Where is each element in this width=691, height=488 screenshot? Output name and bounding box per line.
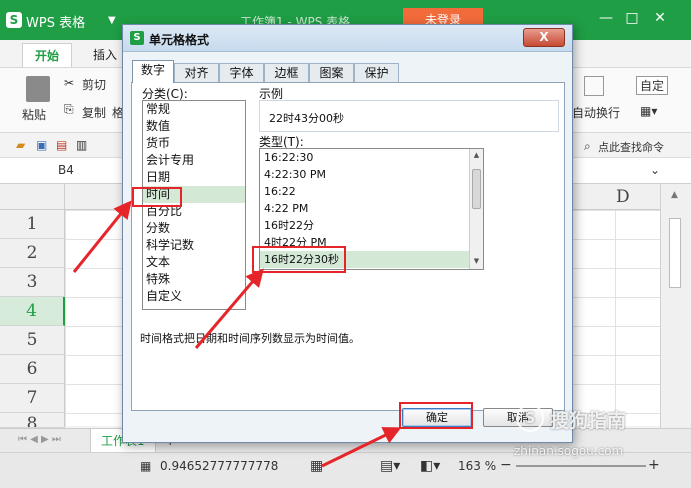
wps-logo-icon: S <box>6 12 22 28</box>
category-accounting[interactable]: 会计专用 <box>143 152 245 169</box>
normal-view-icon[interactable]: ▦ <box>310 458 323 474</box>
category-number[interactable]: 数值 <box>143 118 245 135</box>
highlight-time-type <box>252 246 346 273</box>
paste-icon[interactable] <box>26 76 50 102</box>
select-all-corner[interactable] <box>0 184 65 210</box>
page-layout-icon[interactable]: ▤▾ <box>380 458 400 474</box>
highlight-time-category <box>132 187 182 207</box>
open-folder-icon[interactable]: ▰ <box>16 138 25 152</box>
sample-value: 22时43分00秒 <box>269 112 344 125</box>
dialog-title: 单元格格式 <box>149 33 210 47</box>
category-currency[interactable]: 货币 <box>143 135 245 152</box>
row-header-7[interactable]: 7 <box>0 384 65 413</box>
close-window-icon[interactable]: ✕ <box>650 10 670 26</box>
ribbon-tab-home[interactable]: 开始 <box>22 43 73 67</box>
zoom-level[interactable]: 163 % <box>458 459 496 473</box>
tab-number[interactable]: 数字 <box>132 60 174 83</box>
row-header-2[interactable]: 2 <box>0 239 65 268</box>
number-tab-panel: 分类(C): 常规 数值 货币 会计专用 日期 时间 百分比 分数 科学记数 文… <box>131 82 565 411</box>
highlight-ok-button <box>399 402 473 429</box>
app-name[interactable]: WPS 表格 <box>26 12 85 31</box>
type-item[interactable]: 16:22 <box>260 183 469 200</box>
row-header-3[interactable]: 3 <box>0 268 65 297</box>
category-scientific[interactable]: 科学记数 <box>143 237 245 254</box>
tab-font[interactable]: 字体 <box>219 63 264 82</box>
conditional-format-icon[interactable]: ▦▾ <box>640 104 657 118</box>
tab-border[interactable]: 边框 <box>264 63 309 82</box>
type-item[interactable]: 16:22:30 <box>260 149 469 166</box>
print-icon[interactable]: ▥ <box>76 138 87 152</box>
calculator-icon: ▦ <box>140 459 152 473</box>
ribbon-tab-insert[interactable]: 插入 <box>93 46 117 63</box>
row-header-4[interactable]: 4 <box>0 297 65 326</box>
sogou-logo-icon: S <box>516 404 544 432</box>
type-list-scroll-thumb[interactable] <box>472 169 481 209</box>
type-list-scrollbar[interactable]: ▲ ▼ <box>469 149 483 269</box>
zoom-in-icon[interactable]: + <box>648 457 660 473</box>
category-custom[interactable]: 自定义 <box>143 288 245 305</box>
zoom-out-icon[interactable]: − <box>500 457 512 473</box>
row-header-1[interactable]: 1 <box>0 210 65 239</box>
dialog-logo-icon: S <box>130 31 144 45</box>
name-box[interactable]: B4 <box>58 163 74 177</box>
row-header-6[interactable]: 6 <box>0 355 65 384</box>
category-text[interactable]: 文本 <box>143 254 245 271</box>
app-menu-arrow-icon[interactable]: ▼ <box>108 15 116 26</box>
scroll-down-icon[interactable]: ▼ <box>470 257 483 265</box>
type-item[interactable]: 16时22分 <box>260 217 469 234</box>
tab-alignment[interactable]: 对齐 <box>174 63 219 82</box>
wrap-text-button[interactable]: 自动换行 <box>572 104 620 121</box>
scroll-up-icon[interactable]: ▲ <box>671 190 678 200</box>
reading-mode-icon[interactable]: ◧▾ <box>420 458 440 474</box>
watermark-brand: 搜狗指南 <box>550 410 627 432</box>
save-icon[interactable]: ▣ <box>36 138 47 152</box>
format-description: 时间格式把日期和时间序列数显示为时间值。 <box>140 332 360 345</box>
type-item[interactable]: 4:22:30 PM <box>260 166 469 183</box>
dialog-titlebar[interactable]: S 单元格格式 X <box>123 25 572 52</box>
find-command-input[interactable]: 点此查找命令 <box>598 139 664 155</box>
wrap-text-icon[interactable] <box>584 76 604 96</box>
sample-box: 22时43分00秒 <box>259 100 559 132</box>
category-fraction[interactable]: 分数 <box>143 220 245 237</box>
tab-protection[interactable]: 保护 <box>354 63 399 82</box>
search-icon[interactable]: ⌕ <box>584 139 591 154</box>
row-header-5[interactable]: 5 <box>0 326 65 355</box>
watermark-url: zhinan.sogou.com <box>514 444 624 458</box>
dialog-close-button[interactable]: X <box>523 28 565 47</box>
number-format-select[interactable]: 自定 <box>636 76 669 95</box>
cut-button[interactable]: 剪切 <box>82 76 106 93</box>
scrollbar-thumb[interactable] <box>669 218 681 288</box>
cut-icon[interactable]: ✂ <box>64 76 74 90</box>
sheet-nav-arrows-icon[interactable]: ⏮ ◀ ▶ ⏭ <box>18 434 61 445</box>
maximize-icon[interactable]: □ <box>622 10 642 26</box>
category-special[interactable]: 特殊 <box>143 271 245 288</box>
copy-icon[interactable]: ⎘ <box>64 102 74 117</box>
category-date[interactable]: 日期 <box>143 169 245 186</box>
scroll-up-icon[interactable]: ▲ <box>470 151 483 159</box>
column-header-d[interactable]: D <box>616 187 630 207</box>
expand-formula-icon[interactable]: ⌄ <box>650 163 660 177</box>
category-general[interactable]: 常规 <box>143 101 245 118</box>
type-item[interactable]: 4:22 PM <box>260 200 469 217</box>
minimize-icon[interactable]: — <box>596 10 616 26</box>
status-value: 0.94652777777778 <box>160 459 279 473</box>
tab-pattern[interactable]: 图案 <box>309 63 354 82</box>
row-header-8[interactable]: 8 <box>0 413 65 428</box>
zoom-slider[interactable] <box>516 465 646 467</box>
copy-button[interactable]: 复制 <box>82 104 106 121</box>
vertical-scrollbar[interactable]: ▲ <box>660 184 691 428</box>
format-cells-dialog: S 单元格格式 X 数字 对齐 字体 边框 图案 保护 分类(C): 常规 数值… <box>122 24 573 443</box>
export-pdf-icon[interactable]: ▤ <box>56 138 67 152</box>
paste-button[interactable]: 粘贴 <box>22 106 46 123</box>
